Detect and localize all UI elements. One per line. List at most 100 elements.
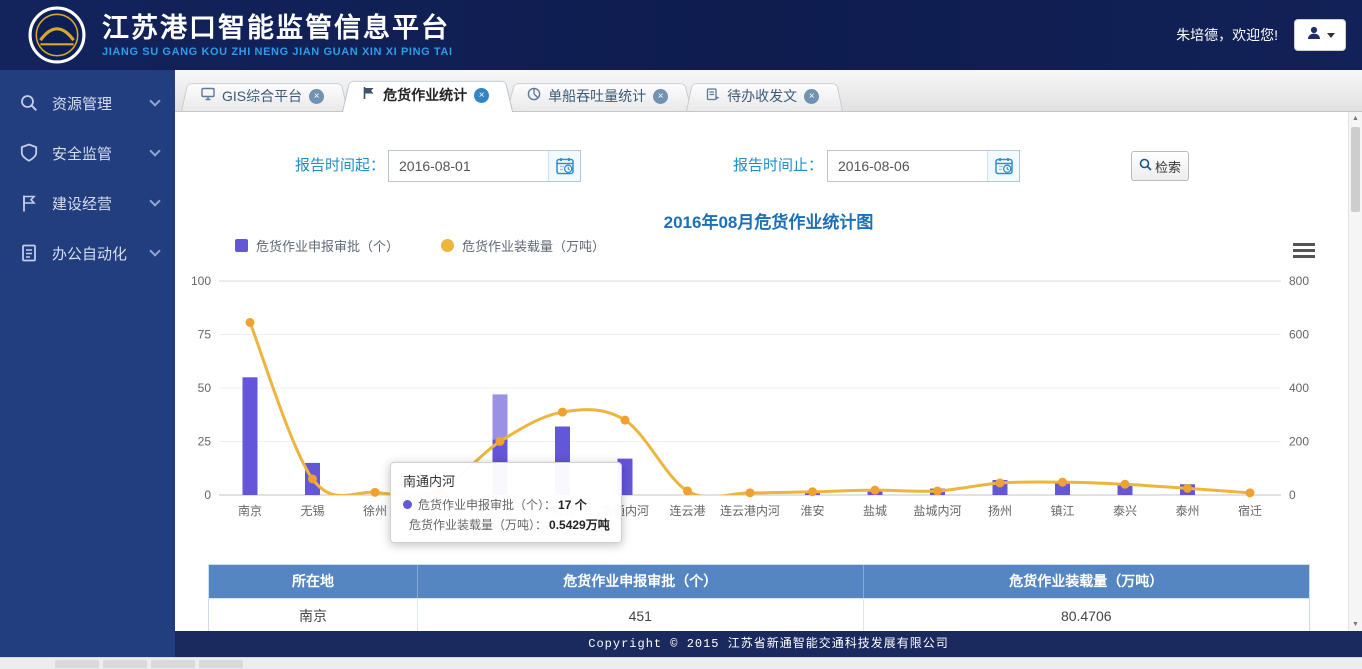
app-window: 江苏港口智能监管信息平台 JIANG SU GANG KOU ZHI NENG … — [0, 0, 1362, 669]
close-icon[interactable]: × — [309, 89, 324, 104]
svg-text:南京: 南京 — [238, 503, 262, 518]
pie-icon — [527, 87, 541, 106]
start-date-field[interactable] — [388, 150, 581, 182]
tooltip-label: 危货作业装载量（万吨）： — [409, 516, 547, 533]
scroll-up-icon[interactable]: ▲ — [1349, 115, 1362, 122]
close-icon[interactable]: × — [653, 89, 668, 104]
tab-dangerous-cargo-stats[interactable]: 危货作业统计 × — [342, 78, 513, 112]
send-doc-icon — [706, 87, 720, 106]
svg-text:25: 25 — [198, 435, 212, 449]
top-header: 江苏港口智能监管信息平台 JIANG SU GANG KOU ZHI NENG … — [0, 0, 1362, 70]
close-icon[interactable]: × — [804, 89, 819, 104]
calendar-icon[interactable] — [548, 151, 580, 181]
legend-label: 危货作业申报审批（个） — [256, 236, 399, 255]
chevron-down-icon — [149, 95, 160, 106]
chart-menu-icon[interactable] — [1293, 240, 1315, 261]
start-date-label: 报告时间起： — [295, 150, 385, 182]
tab-label: 待办收发文 — [727, 86, 797, 106]
bar-series-marker — [235, 239, 248, 252]
svg-text:连云港内河: 连云港内河 — [720, 503, 780, 518]
chart-title: 2016年08月危货作业统计图 — [175, 208, 1362, 233]
svg-text:0: 0 — [1289, 488, 1296, 502]
document-icon — [18, 242, 40, 264]
tab-ship-throughput-stats[interactable]: 单船吞吐量统计 × — [507, 81, 692, 111]
svg-text:无锡: 无锡 — [300, 503, 324, 518]
sidebar-item-resource[interactable]: 资源管理 — [0, 78, 175, 128]
magnifier-icon — [18, 92, 40, 114]
tooltip-row: 危货作业装载量（万吨）： 0.5429万吨 — [403, 516, 609, 533]
svg-text:200: 200 — [1289, 435, 1309, 449]
tab-gis-platform[interactable]: GIS综合平台 × — [181, 81, 348, 111]
sidebar-item-label: 安全监管 — [52, 143, 112, 164]
svg-text:400: 400 — [1289, 381, 1309, 395]
scroll-down-icon[interactable]: ▼ — [1349, 621, 1362, 628]
close-icon[interactable]: × — [474, 88, 489, 103]
search-button-label: 检索 — [1155, 157, 1181, 176]
chevron-down-icon — [1327, 33, 1335, 38]
legend-label: 危货作业装载量（万吨） — [462, 236, 605, 255]
monitor-icon — [201, 87, 215, 106]
flag-icon — [18, 192, 40, 214]
chart-tooltip: 南通内河 危货作业申报审批（个）： 17 个 危货作业装载量（万吨）： 0.54… — [390, 462, 622, 543]
shield-icon — [18, 142, 40, 164]
table-header: 危货作业申报审批（个） — [418, 565, 864, 598]
svg-text:800: 800 — [1289, 274, 1309, 288]
tab-label: 单船吞吐量统计 — [548, 86, 646, 106]
user-menu-button[interactable] — [1294, 19, 1346, 51]
table-header: 危货作业装载量（万吨） — [864, 565, 1310, 598]
sidebar-item-label: 建设经营 — [52, 193, 112, 214]
tab-label: 危货作业统计 — [383, 85, 467, 105]
table-header-row: 所在地 危货作业申报审批（个） 危货作业装载量（万吨） — [209, 565, 1309, 598]
table-cell: 80.4706 — [864, 598, 1310, 632]
end-date-field[interactable] — [827, 150, 1020, 182]
app-title: 江苏港口智能监管信息平台 — [102, 13, 453, 43]
table-cell: 南京 — [209, 598, 418, 632]
sidebar-item-label: 办公自动化 — [52, 243, 127, 264]
sidebar-item-safety[interactable]: 安全监管 — [0, 128, 175, 178]
svg-text:盐城内河: 盐城内河 — [913, 504, 961, 518]
chart-legend: 危货作业申报审批（个） 危货作业装载量（万吨） — [235, 236, 605, 255]
user-icon — [1306, 25, 1322, 46]
combo-chart: 02550751000200400600800南京无锡徐州常州苏州南通南通内河连… — [183, 262, 1333, 528]
legend-item-line-series[interactable]: 危货作业装载量（万吨） — [441, 236, 605, 255]
tab-bar: GIS综合平台 × 危货作业统计 × 单船吞吐量统计 × — [175, 70, 1362, 112]
svg-text:0: 0 — [204, 488, 211, 502]
svg-text:连云港: 连云港 — [669, 503, 705, 518]
scrollbar-thumb[interactable] — [1351, 127, 1360, 212]
chevron-down-icon — [149, 195, 160, 206]
sidebar-item-office[interactable]: 办公自动化 — [0, 228, 175, 278]
calendar-icon[interactable] — [987, 151, 1019, 181]
tooltip-title: 南通内河 — [403, 471, 609, 490]
start-date-input[interactable] — [389, 151, 548, 181]
tooltip-value: 0.5429万吨 — [549, 516, 610, 533]
tooltip-label: 危货作业申报审批（个）： — [418, 496, 556, 513]
search-icon — [1139, 158, 1152, 174]
table-row: 南京 451 80.4706 — [209, 598, 1309, 632]
end-date-input[interactable] — [828, 151, 987, 181]
chevron-down-icon — [149, 245, 160, 256]
svg-text:50: 50 — [198, 381, 212, 395]
tooltip-value: 17 个 — [558, 496, 587, 513]
svg-text:泰州: 泰州 — [1175, 504, 1199, 518]
sidebar-nav: 资源管理 安全监管 建设经营 办公自动化 — [0, 70, 175, 657]
stats-table: 所在地 危货作业申报审批（个） 危货作业装载量（万吨） 南京 451 80.47… — [208, 564, 1310, 633]
vertical-scrollbar[interactable]: ▲ ▼ — [1348, 112, 1362, 631]
sidebar-item-construction[interactable]: 建设经营 — [0, 178, 175, 228]
platform-logo — [28, 6, 86, 64]
table-header: 所在地 — [209, 565, 418, 598]
search-button[interactable]: 检索 — [1131, 151, 1189, 181]
legend-item-bar-series[interactable]: 危货作业申报审批（个） — [235, 236, 399, 255]
sidebar-item-label: 资源管理 — [52, 93, 112, 114]
flag-chart-icon — [362, 86, 376, 105]
end-date-label: 报告时间止： — [733, 150, 823, 182]
svg-text:盐城: 盐城 — [863, 504, 887, 518]
title-block: 江苏港口智能监管信息平台 JIANG SU GANG KOU ZHI NENG … — [102, 13, 453, 58]
svg-text:宿迁: 宿迁 — [1238, 503, 1262, 518]
welcome-text: 朱培德，欢迎您! — [1176, 25, 1278, 45]
line-series-marker — [441, 239, 454, 252]
app-subtitle: JIANG SU GANG KOU ZHI NENG JIAN GUAN XIN… — [102, 46, 453, 58]
tab-label: GIS综合平台 — [222, 86, 302, 106]
tab-pending-documents[interactable]: 待办收发文 × — [686, 81, 843, 111]
svg-text:镇江: 镇江 — [1050, 504, 1074, 518]
svg-text:600: 600 — [1289, 328, 1309, 342]
